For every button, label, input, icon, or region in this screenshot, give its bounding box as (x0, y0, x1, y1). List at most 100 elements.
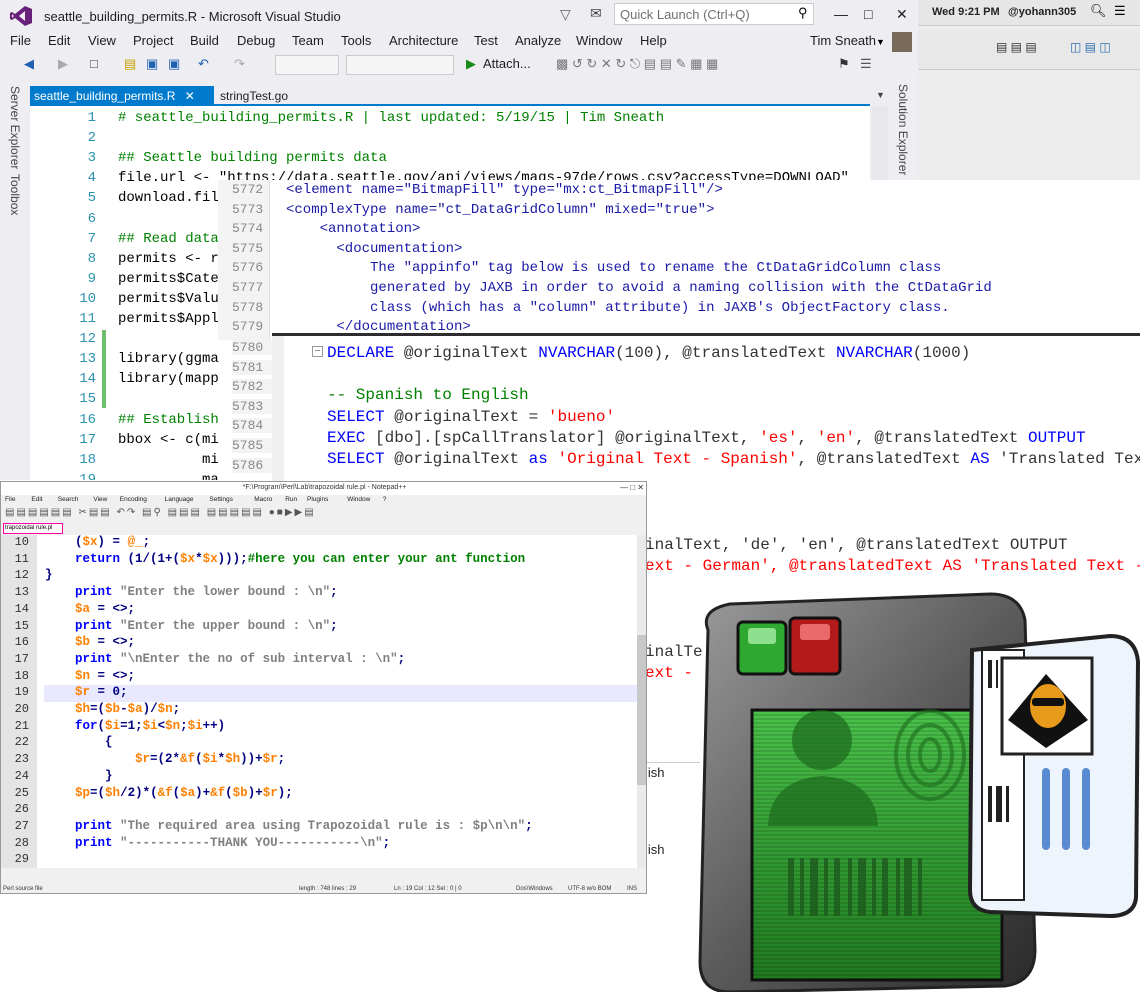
npp-tab[interactable]: trapozoidal rule.pl (3, 523, 63, 534)
user-name[interactable]: Tim Sneath (810, 33, 876, 48)
npp-menu-item[interactable]: Plugins (307, 496, 328, 503)
code-text: ma (118, 471, 219, 480)
npp-title: *F:\Program\Perl\Lab\trapozoidal rule.pl… (242, 484, 407, 491)
tab-string-test[interactable]: stringTest.go (220, 89, 288, 103)
collapse-icon[interactable]: − (312, 346, 323, 357)
line-number: 5774 (232, 221, 264, 237)
menu-test[interactable]: Test (474, 33, 498, 48)
mac-user[interactable]: @yohann305 (1008, 6, 1076, 18)
line-number: 27 (14, 818, 29, 833)
back-icon[interactable]: ◀ (24, 56, 34, 72)
close-button[interactable]: ✕ (896, 6, 908, 23)
toolbox-tab[interactable]: Toolbox (8, 174, 22, 215)
menu-team[interactable]: Team (292, 33, 324, 48)
npp-menu-item[interactable]: Language (165, 496, 194, 503)
chevron-down-icon[interactable]: ▼ (876, 90, 885, 100)
tab-label: seattle_building_permits.R (34, 89, 176, 103)
document-tabs: seattle_building_permits.R ✕ stringTest.… (30, 86, 890, 106)
menu-tools[interactable]: Tools (341, 33, 371, 48)
chevron-down-icon[interactable]: ▼ (876, 37, 885, 47)
npp-menu-item[interactable]: File (5, 496, 15, 503)
line-number: 5778 (232, 299, 264, 315)
spotlight-icon[interactable]: 🔍︎ (1090, 3, 1107, 19)
menu-architecture[interactable]: Architecture (389, 33, 458, 48)
sql-line: EXEC [dbo].[spCallTranslator] @originalT… (327, 428, 1086, 447)
line-number: 14 (79, 371, 96, 388)
scrollbar[interactable] (637, 535, 646, 868)
debug-tools-icons[interactable]: ▩ ↺ ↻ ✕ ↻ ⎋ ▤ ▤ ✎ ▦ ▦ (556, 56, 718, 72)
code-text: permits$Appl (118, 311, 219, 327)
avatar[interactable] (892, 32, 912, 52)
npp-menu-bar: File Edit Search View Encoding Language Settin… (1, 495, 646, 506)
filter-icon[interactable]: ▽ (560, 6, 571, 23)
code-text: library(mapp (118, 371, 219, 388)
save-icon[interactable]: ▣ (146, 56, 158, 72)
xml-text: <annotation> (286, 221, 421, 238)
menu-help[interactable]: Help (640, 33, 667, 48)
list-icon[interactable]: ☰ (1114, 3, 1126, 19)
line-number: 11 (14, 551, 29, 566)
minimize-button[interactable]: — (834, 6, 848, 22)
menu-edit[interactable]: Edit (48, 33, 70, 48)
platform-dropdown[interactable] (346, 55, 454, 75)
npp-menu-item[interactable]: Macro (254, 496, 272, 503)
bookmark-icon[interactable]: ⚑ (838, 56, 850, 72)
toolbar-icons[interactable]: ▤ ▤ ▤ (996, 40, 1037, 54)
menu-file[interactable]: File (10, 33, 31, 48)
npp-menu-item[interactable]: Search (58, 496, 79, 503)
close-icon[interactable]: ✕ (185, 89, 195, 103)
menu-debug[interactable]: Debug (237, 33, 275, 48)
maximize-button[interactable]: □ (864, 6, 872, 22)
save-all-icon[interactable]: ▣ (168, 56, 180, 72)
npp-menu-item[interactable]: View (93, 496, 107, 503)
search-icon[interactable]: ⚲ (798, 5, 808, 21)
menu-analyze[interactable]: Analyze (515, 33, 561, 48)
redo-icon[interactable]: ↷ (234, 56, 245, 72)
line-number: 5785 (232, 438, 272, 453)
npp-menu-item[interactable]: Edit (31, 496, 42, 503)
panel-icons[interactable]: ◫ ▤ ◫ (1070, 40, 1111, 54)
window-controls-icons[interactable]: — □ ✕ (620, 483, 644, 492)
code-text: ## Establish (118, 411, 219, 428)
npp-menu-item[interactable]: Run (285, 496, 297, 503)
line-number: 5776 (232, 260, 264, 276)
open-icon[interactable]: ▤ (124, 56, 136, 72)
menu-view[interactable]: View (88, 33, 116, 48)
npp-toolbar-icons[interactable]: ▤▤▤▤▤▤ ✂▤▤ ↶↷ ▤⚲ ▤▤▤ ▤▤▤▤▤ ●■▶▶▤ (5, 507, 316, 518)
result-cell: lish (645, 765, 665, 780)
npp-title-bar: *F:\Program\Perl\Lab\trapozoidal rule.pl… (1, 482, 646, 495)
config-dropdown[interactable] (275, 55, 339, 75)
npp-code-text: $p=($h/2)*(&f($a)+&f($b)+$r); (75, 785, 293, 800)
status-length: length : 748 lines : 29 (299, 886, 357, 892)
toolbar-overflow-icon[interactable]: ☰ (860, 56, 872, 72)
play-icon[interactable]: ▶ (466, 56, 476, 72)
status-encoding: UTF-8 w/o BOM (568, 886, 612, 892)
solution-explorer-tab[interactable]: Solution Explorer (896, 84, 910, 175)
code-text: ## Seattle building permits data (118, 150, 387, 167)
undo-icon[interactable]: ↶ (198, 56, 209, 72)
npp-menu-item[interactable]: Window (347, 496, 370, 503)
menu-window[interactable]: Window (576, 33, 622, 48)
npp-tab-label: trapozoidal rule.pl (5, 525, 53, 531)
line-number: 7 (87, 230, 96, 247)
server-explorer-tab[interactable]: Server Explorer (8, 86, 22, 169)
xml-text: <complexType name="ct_DataGridColumn" mi… (286, 201, 715, 218)
menu-build[interactable]: Build (190, 33, 219, 48)
xml-editor-window[interactable]: 5772 <element name="BitmapFill" type="mx:… (218, 180, 1140, 340)
tab-seattle-building-permits[interactable]: seattle_building_permits.R ✕ (30, 86, 214, 106)
xml-text: <element name="BitmapFill" type="mx:ct_B… (286, 182, 723, 198)
attach-button[interactable]: Attach... (483, 56, 531, 71)
line-number: 9 (87, 270, 96, 287)
npp-code-text: print "The required area using Trapozoid… (75, 818, 533, 833)
quick-launch-input[interactable]: Quick Launch (Ctrl+Q) (614, 3, 814, 25)
new-project-icon[interactable]: □ (90, 56, 98, 71)
feedback-icon[interactable]: ✉ (590, 5, 602, 22)
forward-icon[interactable]: ▶ (58, 56, 68, 72)
npp-menu-item[interactable]: ? (383, 496, 387, 503)
npp-menu-item[interactable]: Encoding (120, 496, 147, 503)
npp-editor[interactable]: 10 ($x) = @_; 11 return (1/(1+($x*$x)));#… (1, 535, 646, 868)
vs-title-bar: seattle_building_permits.R - Microsoft V… (0, 0, 918, 32)
menu-bar: File Edit View Project Build Debug Team … (0, 32, 918, 52)
menu-project[interactable]: Project (133, 33, 173, 48)
npp-menu-item[interactable]: Settings (209, 496, 233, 503)
